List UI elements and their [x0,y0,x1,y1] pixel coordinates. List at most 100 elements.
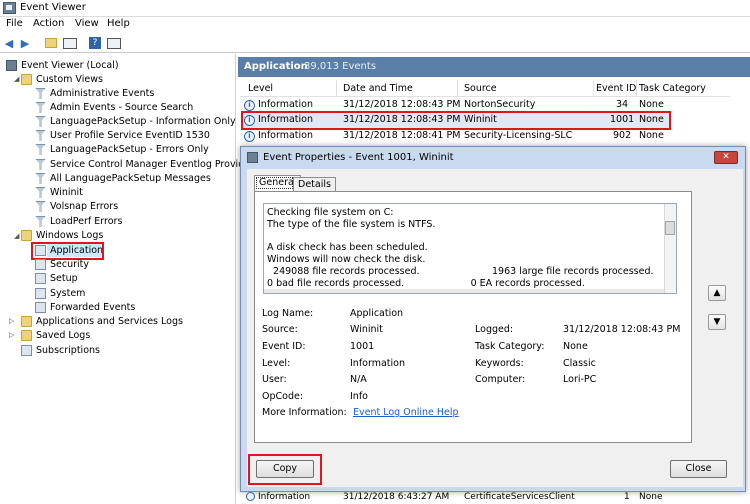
folder-icon [21,229,32,241]
table-row[interactable]: i Information 31/12/2018 12:08:41 PM Sec… [240,129,730,144]
menu-bar: File Action View Help [0,17,750,33]
tree-custom-view-item[interactable]: Volsnap Errors [35,199,118,213]
opcode-value: Info [350,391,368,402]
scrollbar-thumb[interactable] [665,221,675,235]
logged-value: 31/12/2018 12:08:43 PM [563,324,681,335]
close-icon[interactable]: ✕ [714,151,738,164]
event-viewer-icon [6,59,17,71]
event-count: 39,013 Events [304,61,377,72]
tree-custom-view-item[interactable]: LanguagePackSetup - Errors Only [35,142,209,156]
up-folder-icon[interactable] [44,36,58,50]
dialog-title: Event Properties - Event 1001, Wininit [263,152,454,163]
tree-custom-view-item[interactable]: Wininit [35,185,83,199]
column-source[interactable]: Source [464,83,497,94]
menu-view[interactable]: View [75,18,99,29]
tree-custom-view-item[interactable]: Service Control Manager Eventlog Provide… [35,157,254,171]
tree-custom-view-item[interactable]: Administrative Events [35,86,154,100]
help-icon[interactable]: ? [88,36,102,50]
task-category-label: Task Category: [475,341,545,352]
filter-icon [35,158,46,170]
column-event-id[interactable]: Event ID [596,83,636,94]
tree-apps-services[interactable]: Applications and Services Logs [21,314,183,328]
event-properties-icon [247,152,258,163]
show-action-pane-icon[interactable] [106,36,122,50]
tree-log-setup[interactable]: Setup [35,271,78,285]
folder-icon [21,315,32,327]
column-date-time[interactable]: Date and Time [343,83,413,94]
filter-icon [35,186,46,198]
column-level[interactable]: Level [248,83,273,94]
tree-log-system[interactable]: System [35,286,85,300]
event-log-online-help-link[interactable]: Event Log Online Help [353,407,459,418]
event-viewer-icon [3,2,16,14]
next-event-arrow-icon[interactable]: ▼ [708,314,726,330]
menu-help[interactable]: Help [107,18,130,29]
table-header: Level Date and Time Source Event ID Task… [240,80,730,97]
log-name-value: Application [350,308,404,319]
expand-arrow-icon[interactable]: ◢ [14,75,19,83]
task-category-value: None [563,341,588,352]
window-title: Event Viewer [20,2,86,13]
tree-custom-views[interactable]: Custom Views [21,72,103,86]
menu-file[interactable]: File [6,18,23,29]
menu-action[interactable]: Action [33,18,64,29]
vertical-scrollbar[interactable] [664,204,676,293]
expand-arrow-icon[interactable]: ◢ [14,232,19,240]
filter-icon [35,215,46,227]
information-icon [246,492,255,501]
tree-custom-view-item[interactable]: LoadPerf Errors [35,214,122,228]
show-hide-tree-icon[interactable] [62,36,78,50]
title-bar: Event Viewer [0,0,750,17]
tree-windows-logs[interactable]: Windows Logs [21,228,103,242]
close-button[interactable]: Close [670,460,727,478]
tree-custom-view-item[interactable]: Admin Events - Source Search [35,100,193,114]
tree-custom-view-item[interactable]: LanguagePackSetup - Information Only [35,114,236,128]
tree-root[interactable]: Event Viewer (Local) [6,58,119,72]
more-information-label: More Information: [262,407,347,418]
table-row[interactable]: Information 31/12/2018 6:43:27 AM Certif… [240,492,730,504]
filter-icon [35,115,46,127]
collapse-arrow-icon[interactable]: ▷ [9,317,14,325]
tree-custom-view-item[interactable]: User Profile Service EventID 1530 [35,128,210,142]
collapse-arrow-icon[interactable]: ▷ [9,331,14,339]
folder-icon [21,73,32,85]
event-description-textbox[interactable]: Checking file system on C: The type of t… [263,203,677,294]
selected-row-highlight-box [241,111,671,130]
tree-log-forwarded[interactable]: Forwarded Events [35,300,135,314]
source-label: Source: [262,324,298,335]
filter-icon [35,129,46,141]
filter-icon [35,143,46,155]
tree-custom-view-item[interactable]: All LanguagePackSetup Messages [35,171,211,185]
logged-label: Logged: [475,324,514,335]
tree-subscriptions[interactable]: Subscriptions [21,343,100,357]
subscriptions-icon [21,344,32,356]
back-arrow-icon[interactable]: ◀ [3,36,15,50]
log-icon [35,258,46,270]
event-id-label: Event ID: [262,341,306,352]
toolbar: ◀ ▶ ? [0,33,750,53]
opcode-label: OpCode: [262,391,304,402]
previous-event-arrow-icon[interactable]: ▲ [708,285,726,301]
log-title: Application [244,61,308,72]
level-label: Level: [262,358,291,369]
forward-arrow-icon[interactable]: ▶ [19,36,31,50]
filter-icon [35,172,46,184]
keywords-value: Classic [563,358,596,369]
computer-value: Lori-PC [563,374,597,385]
level-value: Information [350,358,405,369]
tree-saved-logs[interactable]: Saved Logs [21,328,90,342]
filter-icon [35,87,46,99]
folder-icon [21,329,32,341]
filter-icon [35,200,46,212]
source-value: Wininit [350,324,383,335]
information-icon: i [244,131,255,142]
user-value: N/A [350,374,367,385]
log-header: Application 39,013 Events [238,57,750,77]
log-icon [35,287,46,299]
copy-button[interactable]: Copy [256,460,314,478]
tree-log-security[interactable]: Security [35,257,89,271]
tab-details[interactable]: Details [293,177,336,191]
log-name-label: Log Name: [262,308,314,319]
horizontal-scrollbar[interactable] [264,289,664,293]
column-task-category[interactable]: Task Category [639,83,706,94]
